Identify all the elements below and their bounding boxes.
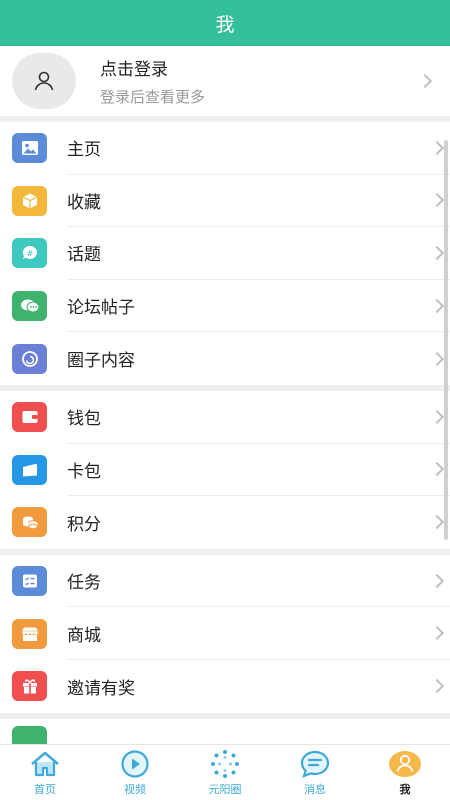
- bottom-tabbar: 首页 视频 元阳圈 消息 我: [0, 744, 450, 800]
- menu-item-invite-rewards[interactable]: 邀请有奖: [0, 660, 450, 713]
- home-icon: [27, 748, 63, 780]
- login-subtitle: 登录后查看更多: [100, 88, 206, 106]
- menu-item-card-pack[interactable]: 卡包: [0, 444, 450, 497]
- menu-item-favorites[interactable]: 收藏: [0, 175, 450, 228]
- page-title: 我: [215, 13, 235, 36]
- card-icon: [12, 454, 47, 485]
- chevron-right-icon: [429, 679, 445, 694]
- tab-home[interactable]: 首页: [0, 745, 90, 800]
- menu-item-label: 商城: [67, 625, 101, 646]
- image-icon: [12, 133, 47, 164]
- tab-label: 我: [399, 783, 411, 796]
- login-title: 点击登录: [100, 60, 168, 80]
- menu-item-label: 主页: [67, 140, 101, 161]
- tab-me[interactable]: 我: [360, 745, 450, 800]
- chevron-right-icon: [429, 193, 445, 208]
- message-icon: [297, 748, 333, 780]
- chevron-right-icon: [429, 298, 445, 313]
- chat-hash-icon: #: [12, 238, 47, 269]
- tab-label: 消息: [304, 783, 326, 796]
- menu-item-label: 邀请有奖: [67, 678, 135, 699]
- svg-text:#: #: [26, 249, 33, 258]
- wallet-icon: [12, 402, 47, 433]
- menu-item-label: 任务: [67, 573, 101, 594]
- shop-icon: [12, 618, 47, 649]
- menu-item-label: 卡包: [67, 461, 101, 482]
- page-header: 我: [0, 0, 450, 46]
- chevron-right-icon: [429, 245, 445, 261]
- menu-item-circle-content[interactable]: 圈子内容: [0, 332, 450, 385]
- chevron-right-icon: [429, 515, 445, 530]
- menu-item-mall[interactable]: 商城: [0, 607, 450, 660]
- box-icon: [12, 185, 47, 216]
- menu-item-topics[interactable]: # 话题: [0, 227, 450, 280]
- menu-item-wallet[interactable]: 钱包: [0, 391, 450, 444]
- menu-item-label: 钱包: [67, 409, 101, 430]
- chevron-right-icon: [429, 409, 445, 424]
- tab-label: 视频: [124, 783, 146, 796]
- task-icon: [12, 566, 47, 597]
- menu-section-1: 主页 收藏 # 话题 论坛帖子 圈子内容: [0, 122, 450, 391]
- menu-item-label: 圈子内容: [67, 351, 135, 372]
- tab-label: 首页: [34, 783, 56, 796]
- coins-icon: [12, 507, 47, 538]
- scrollbar[interactable]: [444, 140, 448, 540]
- menu-item-label: 积分: [67, 514, 101, 535]
- forum-icon: [12, 291, 47, 322]
- menu-item-tasks[interactable]: 任务: [0, 555, 450, 608]
- circle-icon: [12, 343, 47, 374]
- menu-item-forum-posts[interactable]: 论坛帖子: [0, 280, 450, 333]
- tab-messages[interactable]: 消息: [270, 745, 360, 800]
- menu-item-label: 话题: [67, 245, 101, 266]
- menu-section-2: 钱包 卡包 积分: [0, 390, 450, 555]
- menu-item-label: 收藏: [67, 192, 101, 213]
- app: 我 点击登录 登录后查看更多 主页 收藏 # 话题 论坛帖子 圈子内容 钱包 卡…: [0, 0, 450, 800]
- dots-circle-icon: [207, 748, 243, 780]
- user-icon: [387, 748, 423, 780]
- chevron-right-icon: [417, 73, 433, 89]
- chevron-right-icon: [429, 351, 445, 366]
- chevron-right-icon: [429, 140, 445, 155]
- chevron-right-icon: [429, 626, 445, 641]
- tab-yuanyang-circle[interactable]: 元阳圈: [180, 745, 270, 800]
- menu-item-label: 论坛帖子: [67, 298, 135, 319]
- menu-item-points[interactable]: 积分: [0, 496, 450, 549]
- avatar: [12, 53, 76, 109]
- user-icon: [34, 71, 54, 91]
- menu-section-3: 任务 商城 邀请有奖: [0, 554, 450, 719]
- login-row[interactable]: 点击登录 登录后查看更多: [0, 46, 450, 122]
- menu-item-home[interactable]: 主页: [0, 122, 450, 175]
- chevron-right-icon: [429, 573, 445, 588]
- tab-label: 元阳圈: [208, 783, 242, 796]
- gift-icon: [12, 671, 47, 702]
- video-icon: [117, 748, 153, 780]
- chevron-right-icon: [429, 462, 445, 477]
- tab-video[interactable]: 视频: [90, 745, 180, 800]
